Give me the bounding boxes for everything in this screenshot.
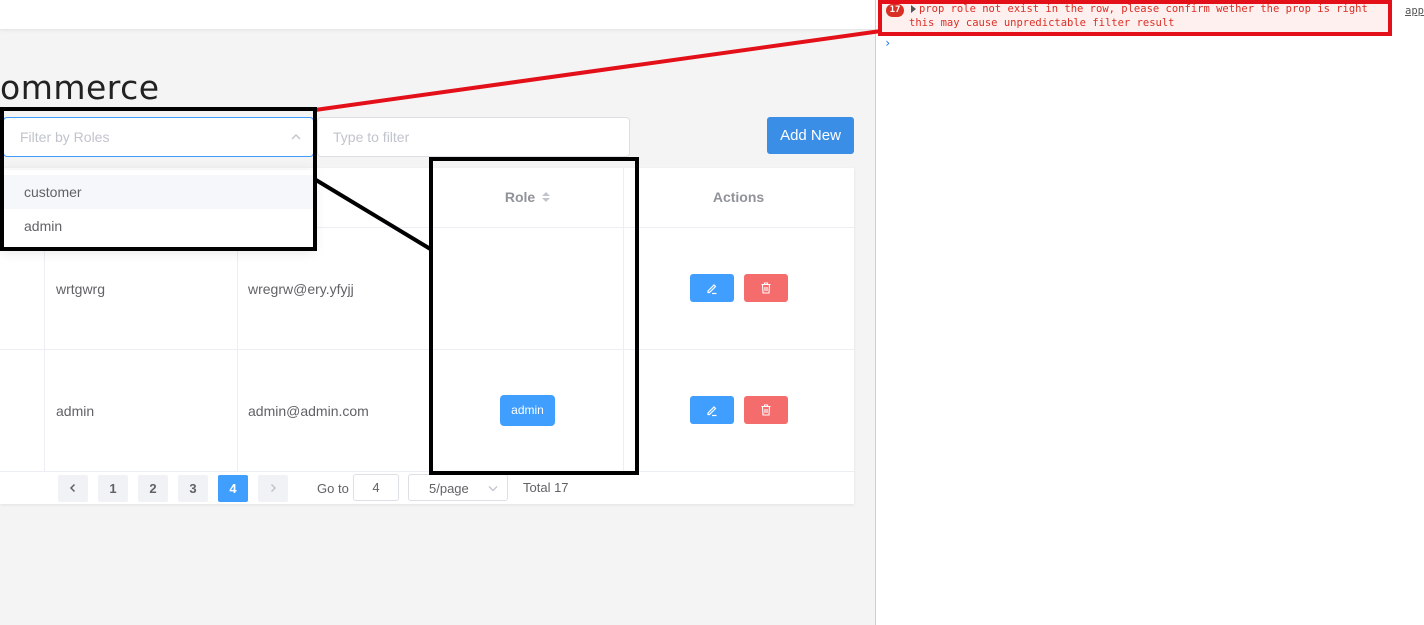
add-new-button[interactable]: Add New: [767, 117, 854, 154]
actions-column-header: Actions: [712, 189, 765, 205]
chevron-down-icon: [488, 486, 498, 492]
delete-button[interactable]: [744, 274, 788, 302]
edit-icon: [707, 406, 717, 417]
page-button-2[interactable]: 2: [138, 475, 168, 502]
edit-button[interactable]: [690, 274, 734, 302]
row2-email: admin@admin.com: [248, 403, 369, 419]
annotation-box-dropdown: [0, 107, 317, 251]
row2-name: admin: [56, 403, 95, 419]
edit-button[interactable]: [690, 396, 734, 424]
page-title: ommerce: [0, 68, 160, 107]
trash-icon: [761, 282, 771, 294]
text-filter-placeholder: Type to filter: [333, 129, 410, 145]
goto-page-input[interactable]: 4: [353, 474, 399, 501]
chevron-left-icon: [69, 483, 76, 493]
text-filter-input[interactable]: Type to filter: [317, 117, 630, 157]
chevron-right-icon: [270, 483, 277, 493]
total-count: Total 17: [523, 480, 569, 495]
row1-name: wrtgwrg: [56, 281, 106, 297]
annotation-box-role-column: [429, 157, 639, 475]
prev-page-button[interactable]: [58, 475, 88, 502]
console-prompt[interactable]: ›: [884, 36, 891, 50]
column-divider: [237, 228, 238, 471]
next-page-button[interactable]: [258, 475, 288, 502]
delete-button[interactable]: [744, 396, 788, 424]
devtools-console-panel: [875, 0, 1424, 625]
edit-icon: [707, 284, 717, 295]
page-size-select[interactable]: 5/page: [408, 474, 508, 501]
top-navbar: [0, 0, 875, 30]
goto-label: Go to: [317, 481, 349, 496]
annotation-box-console-error: [878, 0, 1392, 36]
page-button-1[interactable]: 1: [98, 475, 128, 502]
page-button-4[interactable]: 4: [218, 475, 248, 502]
console-source-link[interactable]: app: [1405, 5, 1424, 17]
column-divider: [44, 228, 45, 471]
page-button-3[interactable]: 3: [178, 475, 208, 502]
page-size-value: 5/page: [429, 481, 469, 496]
trash-icon: [761, 404, 771, 416]
row1-email: wregrw@ery.yfyjj: [248, 281, 354, 297]
